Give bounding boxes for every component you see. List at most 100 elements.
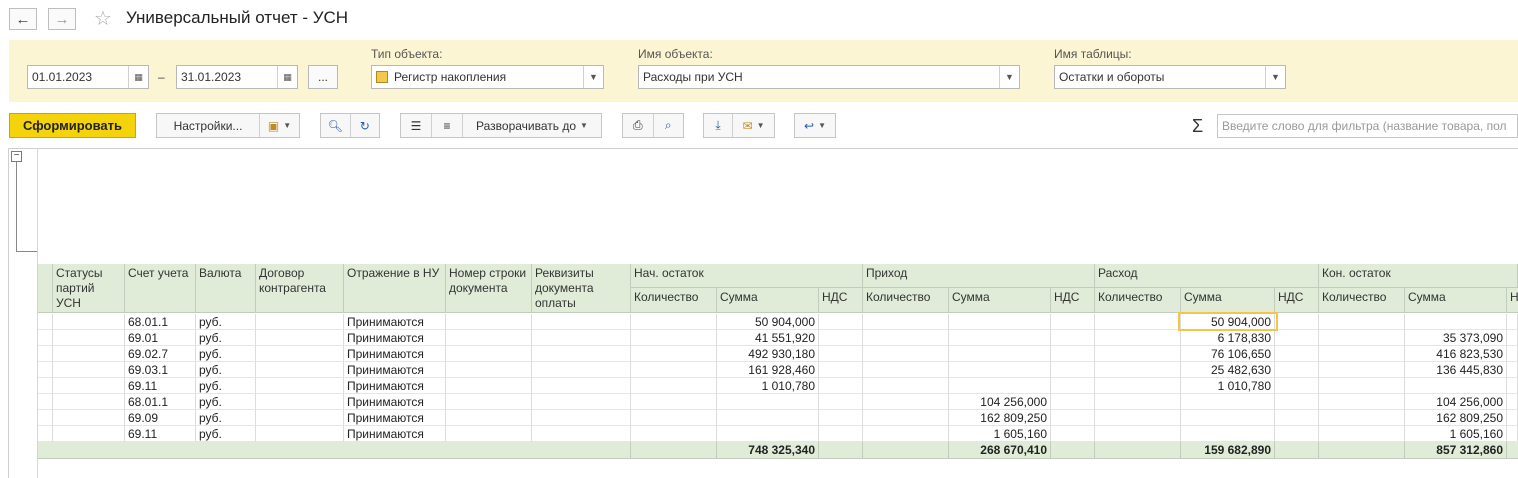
cell-empty[interactable] [38, 346, 53, 362]
cell-empty[interactable] [1095, 362, 1181, 378]
date-to-field[interactable]: 31.01.2023 ▦ [176, 65, 298, 89]
cell-empty[interactable] [863, 394, 949, 410]
star-icon[interactable]: ☆ [94, 6, 112, 31]
cell-empty[interactable] [863, 410, 949, 426]
header-expense-vat[interactable]: НДС [1275, 288, 1319, 313]
cell-expense-sum[interactable]: 1 010,780 [1181, 378, 1275, 394]
cell-empty[interactable] [819, 314, 863, 330]
cell-empty[interactable] [1051, 378, 1095, 394]
header-closing[interactable]: Кон. остаток [1319, 264, 1518, 288]
period-select-button[interactable]: ... [308, 65, 338, 89]
forward-button[interactable]: → [48, 8, 76, 30]
cell-empty[interactable] [1095, 346, 1181, 362]
cell-account[interactable]: 69.09 [125, 410, 196, 426]
cell-empty[interactable] [38, 314, 53, 330]
cell-income-sum[interactable] [949, 330, 1051, 346]
chevron-down-icon[interactable]: ▼ [1265, 66, 1285, 88]
cell-empty[interactable] [631, 410, 717, 426]
cell-expense-sum[interactable] [1181, 410, 1275, 426]
cell-empty[interactable] [446, 330, 532, 346]
cell-empty[interactable] [1051, 362, 1095, 378]
cell-empty[interactable] [532, 362, 631, 378]
cell-tax[interactable]: Принимаются [344, 410, 446, 426]
cell-empty[interactable] [53, 378, 125, 394]
cell-closing-sum[interactable]: 416 823,530 [1405, 346, 1507, 362]
cell-empty[interactable] [631, 330, 717, 346]
cell-account[interactable]: 68.01.1 [125, 314, 196, 330]
cell-opening-sum[interactable]: 492 930,180 [717, 346, 819, 362]
cell-opening-sum[interactable] [717, 410, 819, 426]
cell-empty[interactable] [863, 378, 949, 394]
cell-empty[interactable] [1319, 362, 1405, 378]
total-opening-sum[interactable]: 748 325,340 [717, 442, 819, 459]
expand-to-dropdown[interactable]: Разворачивать до ▼ [463, 114, 601, 137]
cell-empty[interactable] [1095, 330, 1181, 346]
cell-currency[interactable]: руб. [196, 426, 256, 442]
header-tax[interactable]: Отражение в НУ [344, 264, 446, 313]
cell-closing-sum[interactable] [1405, 378, 1507, 394]
cell-currency[interactable]: руб. [196, 378, 256, 394]
cell-empty[interactable] [1275, 362, 1319, 378]
header-expense-sum[interactable]: Сумма [1181, 288, 1275, 313]
header-opening[interactable]: Нач. остаток [631, 264, 863, 288]
find-next-icon[interactable]: ↻ [351, 114, 380, 137]
cell-account[interactable]: 69.11 [125, 426, 196, 442]
cell-opening-sum[interactable]: 50 904,000 [717, 314, 819, 330]
cell-empty[interactable] [1507, 330, 1518, 346]
cell-empty[interactable] [1051, 394, 1095, 410]
cell-empty[interactable] [532, 378, 631, 394]
header-income-sum[interactable]: Сумма [949, 288, 1051, 313]
cell-empty[interactable] [1095, 378, 1181, 394]
email-dropdown[interactable]: ✉ ▼ [733, 114, 774, 137]
filter-input[interactable]: Введите слово для фильтра (название това… [1217, 114, 1518, 138]
cell-empty[interactable] [446, 378, 532, 394]
generate-button[interactable]: Сформировать [9, 113, 136, 138]
cell-opening-sum[interactable]: 1 010,780 [717, 378, 819, 394]
cell-tax[interactable]: Принимаются [344, 426, 446, 442]
cell-tax[interactable]: Принимаются [344, 314, 446, 330]
cell-empty[interactable] [631, 314, 717, 330]
variants-dropdown[interactable]: ▣ ▼ [260, 114, 299, 137]
cell-tax[interactable]: Принимаются [344, 330, 446, 346]
cell-expense-sum[interactable] [1181, 394, 1275, 410]
header-expense[interactable]: Расход [1095, 264, 1319, 288]
header-expense-qty[interactable]: Количество [1095, 288, 1181, 313]
header-income-qty[interactable]: Количество [863, 288, 949, 313]
cell-empty[interactable] [53, 346, 125, 362]
cell-empty[interactable] [1507, 426, 1518, 442]
cell-empty[interactable] [532, 346, 631, 362]
cell-empty[interactable] [1095, 394, 1181, 410]
object-name-select[interactable]: Расходы при УСН ▼ [638, 65, 1020, 89]
cell-empty[interactable] [446, 426, 532, 442]
cell-account[interactable]: 69.11 [125, 378, 196, 394]
cell-account[interactable]: 69.02.7 [125, 346, 196, 362]
cell-empty[interactable] [256, 362, 344, 378]
cell-empty[interactable] [1507, 362, 1518, 378]
cell-opening-sum[interactable] [717, 394, 819, 410]
cell-closing-sum[interactable] [1405, 314, 1507, 330]
cell-income-sum[interactable] [949, 346, 1051, 362]
cell-expense-sum[interactable]: 50 904,000 [1181, 314, 1275, 330]
cell-empty[interactable] [1319, 394, 1405, 410]
cell-empty[interactable] [53, 330, 125, 346]
cell-tax[interactable]: Принимаются [344, 394, 446, 410]
cell-empty[interactable] [53, 362, 125, 378]
cell-empty[interactable] [1051, 346, 1095, 362]
cell-empty[interactable] [1275, 314, 1319, 330]
search-icon[interactable]: 🔍︎ [321, 114, 350, 137]
cell-empty[interactable] [819, 362, 863, 378]
header-opening-vat[interactable]: НДС [819, 288, 863, 313]
cell-empty[interactable] [1319, 378, 1405, 394]
cell-income-sum[interactable]: 104 256,000 [949, 394, 1051, 410]
cell-empty[interactable] [1275, 346, 1319, 362]
cell-empty[interactable] [38, 410, 53, 426]
date-from-field[interactable]: 01.01.2023 ▦ [27, 65, 149, 89]
cell-empty[interactable] [1507, 410, 1518, 426]
cell-tax[interactable]: Принимаются [344, 346, 446, 362]
header-opening-qty[interactable]: Количество [631, 288, 717, 313]
cell-empty[interactable] [1275, 426, 1319, 442]
cell-empty[interactable] [38, 330, 53, 346]
sum-icon[interactable]: Σ [1192, 116, 1203, 137]
cell-account[interactable]: 69.01 [125, 330, 196, 346]
header-closing-sum[interactable]: Сумма [1405, 288, 1507, 313]
